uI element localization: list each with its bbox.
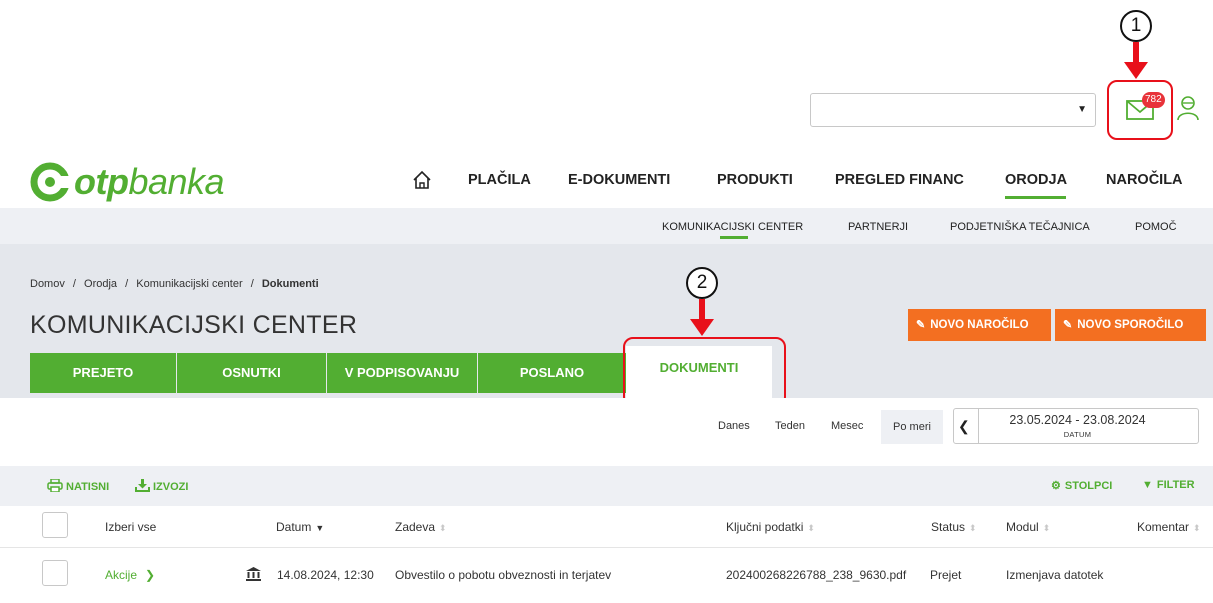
breadcrumb-komunikacijski-center[interactable]: Komunikacijski center bbox=[136, 278, 242, 290]
nav-orodja[interactable]: ORODJA bbox=[1005, 172, 1067, 194]
chevron-right-icon: ❯ bbox=[145, 568, 156, 582]
annotation-arrow-1 bbox=[1124, 42, 1148, 79]
new-order-button[interactable]: ✎ NOVO NAROČILO bbox=[908, 309, 1051, 341]
annotation-arrow-2 bbox=[690, 299, 714, 336]
nav-produkti[interactable]: PRODUKTI bbox=[717, 172, 793, 194]
subnav-komunikacijski-center[interactable]: KOMUNIKACIJSKI CENTER bbox=[662, 221, 803, 233]
printer-icon bbox=[47, 478, 63, 493]
bank-icon bbox=[246, 567, 261, 581]
row-status: Prejet bbox=[930, 568, 962, 582]
new-message-button[interactable]: ✎ NOVO SPOROČILO bbox=[1055, 309, 1206, 341]
header-subject[interactable]: Zadeva ⬍ bbox=[395, 520, 447, 534]
export-button[interactable]: IZVOZI bbox=[135, 479, 188, 493]
home-icon[interactable] bbox=[412, 170, 432, 190]
header-comment-label: Komentar bbox=[1137, 520, 1190, 534]
print-button[interactable]: NATISNI bbox=[47, 478, 110, 493]
row-subject[interactable]: Obvestilo o pobotu obveznosti in terjate… bbox=[395, 568, 611, 582]
date-range-label: DATUM bbox=[1063, 430, 1092, 439]
annotation-box-2 bbox=[623, 337, 786, 407]
filter-label: FILTER bbox=[1156, 479, 1195, 491]
header-subject-label: Zadeva bbox=[395, 520, 436, 534]
select-all-checkbox[interactable] bbox=[42, 512, 68, 538]
sort-icon: ⬍ bbox=[1042, 523, 1051, 533]
row-module: Izmenjava datotek bbox=[1006, 568, 1104, 582]
logo-text-banka: banka bbox=[128, 161, 225, 202]
header-select-all[interactable]: Izberi vse bbox=[105, 520, 156, 534]
columns-button[interactable]: ⚙ STOLPCI bbox=[1051, 479, 1112, 492]
header-status[interactable]: Status ⬍ bbox=[931, 520, 977, 534]
period-mesec[interactable]: Mesec bbox=[831, 420, 863, 432]
nav-placila[interactable]: PLAČILA bbox=[468, 172, 531, 194]
row-actions-button[interactable]: Akcije ❯ bbox=[105, 568, 155, 582]
user-icon[interactable] bbox=[1175, 94, 1201, 124]
subnav-active-indicator bbox=[720, 236, 748, 239]
header-date-label: Datum bbox=[276, 520, 312, 534]
download-icon bbox=[135, 479, 150, 492]
sort-icon: ⬍ bbox=[969, 523, 977, 533]
breadcrumb-separator: / bbox=[72, 278, 76, 290]
annotation-marker-2: 2 bbox=[686, 267, 718, 299]
gear-icon: ⚙ bbox=[1051, 480, 1061, 492]
breadcrumb-domov[interactable]: Domov bbox=[30, 278, 65, 290]
tab-v-podpisovanju[interactable]: V PODPISOVANJU bbox=[327, 353, 477, 393]
nav-e-dokumenti[interactable]: E-DOKUMENTI bbox=[568, 172, 670, 194]
header-comment[interactable]: Komentar ⬍ bbox=[1137, 520, 1201, 534]
columns-label: STOLPCI bbox=[1064, 480, 1113, 492]
subnav-pomoc[interactable]: POMOČ bbox=[1135, 221, 1177, 233]
pencil-icon: ✎ bbox=[1063, 319, 1073, 331]
chevron-left-icon[interactable]: ❮ bbox=[958, 418, 970, 435]
chevron-down-icon: ▼ bbox=[1077, 104, 1087, 115]
row-date: 14.08.2024, 12:30 bbox=[277, 568, 374, 582]
period-teden[interactable]: Teden bbox=[775, 420, 805, 432]
annotation-marker-1: 1 bbox=[1120, 10, 1152, 42]
filter-button[interactable]: ▼ FILTER bbox=[1142, 479, 1195, 491]
date-range-value: 23.05.2024 - 23.08.2024 bbox=[1009, 413, 1146, 427]
sort-icon: ⬍ bbox=[439, 523, 447, 533]
sort-icon: ⬍ bbox=[1193, 523, 1201, 533]
filter-icon: ▼ bbox=[1142, 479, 1153, 491]
logo-text-otp: otp bbox=[74, 161, 129, 202]
period-po-meri[interactable]: Po meri bbox=[881, 410, 943, 444]
subnav-podjetniska-tecajnica[interactable]: PODJETNIŠKA TEČAJNICA bbox=[950, 221, 1090, 233]
header-key-data-label: Ključni podatki bbox=[726, 520, 804, 534]
subnav-partnerji[interactable]: PARTNERJI bbox=[848, 221, 908, 233]
print-label: NATISNI bbox=[66, 481, 110, 493]
page-title: KOMUNIKACIJSKI CENTER bbox=[30, 311, 358, 339]
export-label: IZVOZI bbox=[153, 481, 189, 493]
breadcrumb-current: Dokumenti bbox=[261, 278, 319, 290]
header-module[interactable]: Modul ⬍ bbox=[1006, 520, 1050, 534]
nav-active-indicator bbox=[1005, 196, 1066, 199]
header-date[interactable]: Datum ▼ bbox=[276, 520, 324, 534]
nav-narocila[interactable]: NAROČILA bbox=[1106, 172, 1183, 194]
otp-logo[interactable]: otpbanka bbox=[30, 160, 225, 204]
breadcrumb-separator: / bbox=[125, 278, 129, 290]
new-order-label: NOVO NAROČILO bbox=[930, 319, 1029, 331]
otp-logo-mark bbox=[30, 162, 70, 202]
tab-poslano[interactable]: POSLANO bbox=[478, 353, 626, 393]
top-bar bbox=[0, 0, 1213, 150]
row-checkbox[interactable] bbox=[42, 560, 68, 586]
tab-osnutki[interactable]: OSNUTKI bbox=[177, 353, 326, 393]
header-key-data[interactable]: Ključni podatki ⬍ bbox=[726, 520, 815, 534]
header-status-label: Status bbox=[931, 520, 966, 534]
nav-pregled-financ[interactable]: PREGLED FINANC bbox=[835, 172, 964, 194]
pencil-icon: ✎ bbox=[916, 319, 926, 331]
breadcrumb-orodja[interactable]: Orodja bbox=[84, 278, 117, 290]
date-divider bbox=[978, 409, 979, 443]
header-module-label: Modul bbox=[1006, 520, 1039, 534]
tab-prejeto[interactable]: PREJETO bbox=[30, 353, 176, 393]
account-select[interactable]: ▼ bbox=[810, 93, 1096, 127]
mail-count-badge: 782 bbox=[1142, 92, 1165, 108]
new-message-label: NOVO SPOROČILO bbox=[1077, 319, 1184, 331]
row-actions-label: Akcije bbox=[105, 568, 138, 582]
sort-icon: ⬍ bbox=[807, 523, 815, 533]
breadcrumb-separator: / bbox=[250, 278, 254, 290]
period-danes[interactable]: Danes bbox=[718, 420, 750, 432]
row-key-data: 202400268226788_238_9630.pdf bbox=[726, 568, 907, 582]
breadcrumb: Domov / Orodja / Komunikacijski center /… bbox=[30, 278, 319, 290]
sort-desc-icon: ▼ bbox=[315, 523, 325, 533]
